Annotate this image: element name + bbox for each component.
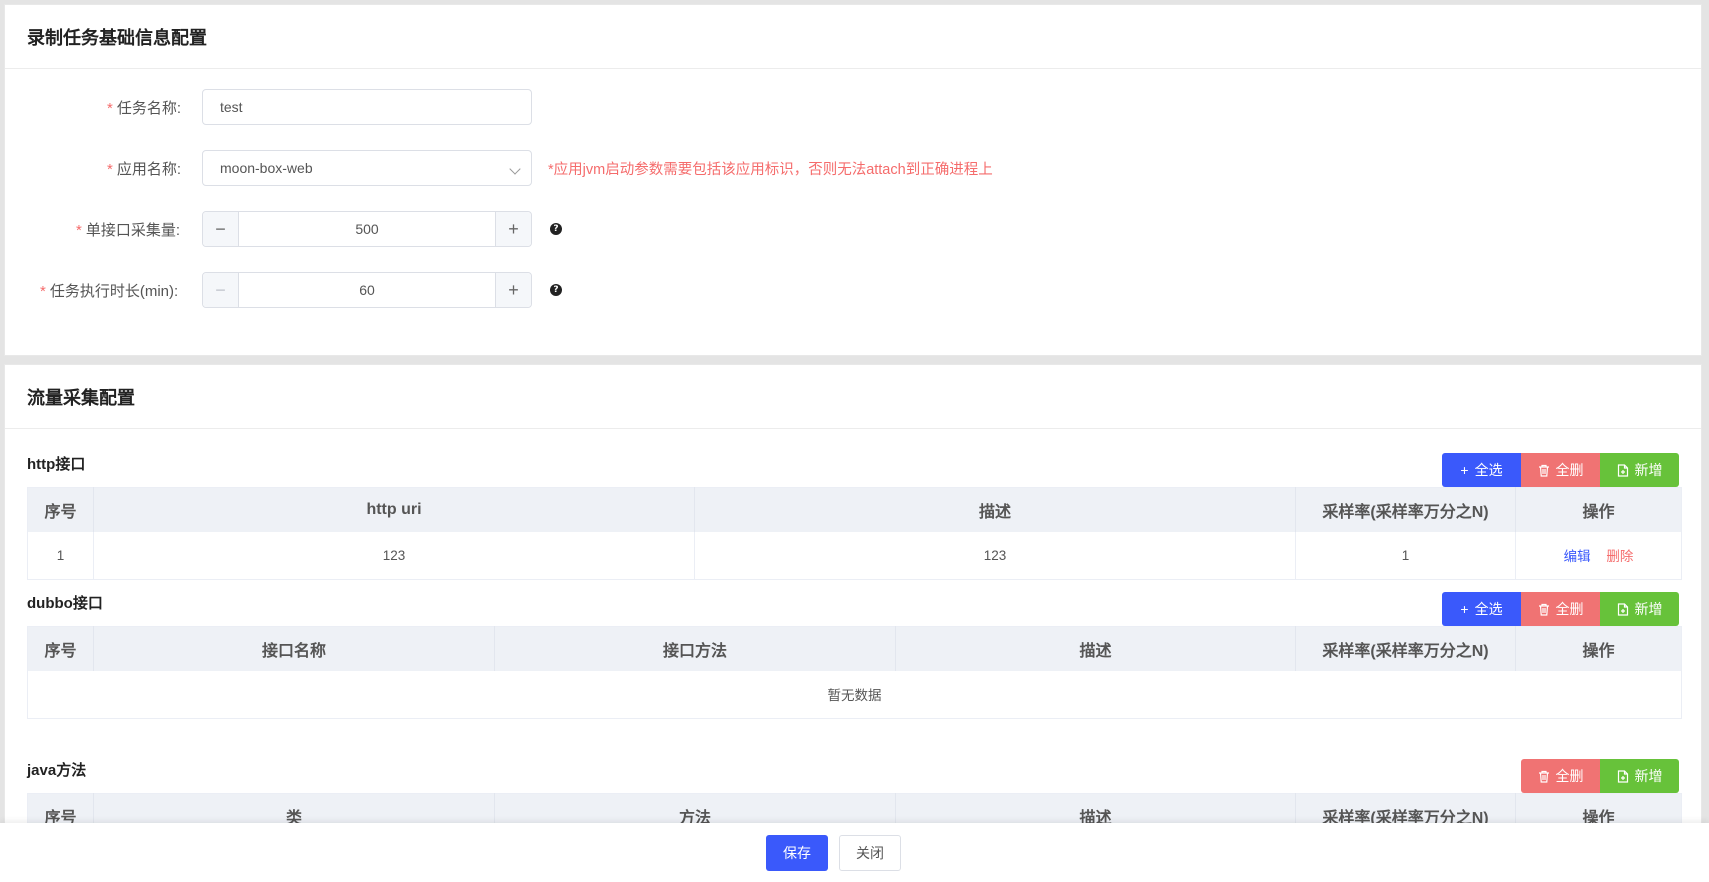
sample-count-row: * 单接口采集量: − 500 + ? [5, 211, 1701, 247]
edit-link[interactable]: 编辑 [1564, 549, 1591, 564]
duration-stepper: − 60 + [202, 272, 532, 308]
increase-button[interactable]: + [495, 273, 531, 307]
column-header: 接口方法 [494, 626, 896, 671]
delete-all-button[interactable]: 全删 [1521, 453, 1600, 487]
task-name-row: * 任务名称: test [5, 89, 1701, 125]
java-button-group: 全删 新增 [1521, 759, 1679, 793]
table-row: 1 123 123 1 编辑 删除 [27, 531, 1682, 580]
traffic-config-title: 流量采集配置 [27, 387, 135, 408]
app-name-row: * 应用名称: moon-box-web *应用jvm启动参数需要包括该应用标识，… [5, 150, 1701, 186]
trash-icon [1538, 464, 1549, 477]
column-header: 操作 [1515, 487, 1682, 532]
duration-value[interactable]: 60 [239, 273, 495, 307]
sample-count-stepper: − 500 + [202, 211, 532, 247]
footer-bar: 保存 关闭 [0, 823, 1709, 882]
basic-info-header: 录制任务基础信息配置 [5, 5, 1701, 69]
app-name-select[interactable]: moon-box-web [202, 150, 532, 186]
column-header: 操作 [1515, 626, 1682, 671]
column-header: 描述 [895, 626, 1296, 671]
java-section-title: java方法 [27, 762, 87, 779]
select-all-button[interactable]: + 全选 [1442, 592, 1521, 626]
traffic-config-header: 流量采集配置 [5, 365, 1701, 429]
trash-icon [1538, 770, 1549, 783]
cell-actions: 编辑 删除 [1515, 531, 1682, 580]
app-name-hint: *应用jvm启动参数需要包括该应用标识，否则无法attach到正确进程上 [548, 161, 993, 178]
column-header: 序号 [27, 626, 94, 671]
cell-index: 1 [27, 531, 94, 580]
column-header: http uri [93, 487, 695, 532]
dubbo-table: 序号 接口名称 接口方法 描述 采样率(采样率万分之N) 操作 暂无数据 [27, 626, 1682, 719]
question-icon[interactable]: ? [550, 223, 562, 235]
http-table: 序号 http uri 描述 采样率(采样率万分之N) 操作 1 123 123… [27, 487, 1682, 580]
traffic-config-card: 流量采集配置 http接口 + 全选 全删 新增 序号 http uri 描述 采… [4, 364, 1702, 882]
close-button[interactable]: 关闭 [839, 834, 901, 871]
column-header: 采样率(采样率万分之N) [1295, 626, 1516, 671]
cell-uri: 123 [93, 531, 695, 580]
duration-row: * 任务执行时长(min): − 60 + ? [5, 272, 1701, 308]
add-button[interactable]: 新增 [1600, 453, 1679, 487]
add-button[interactable]: 新增 [1600, 759, 1679, 793]
plus-icon: + [1460, 462, 1469, 478]
question-icon[interactable]: ? [550, 284, 562, 296]
add-button[interactable]: 新增 [1600, 592, 1679, 626]
task-name-label: * 任务名称: [107, 99, 182, 117]
column-header: 采样率(采样率万分之N) [1295, 487, 1516, 532]
http-button-group: + 全选 全删 新增 [1442, 453, 1679, 487]
sample-count-value[interactable]: 500 [239, 212, 495, 246]
document-add-icon [1617, 463, 1628, 477]
dubbo-section-title: dubbo接口 [27, 595, 103, 612]
task-name-input[interactable]: test [202, 89, 532, 125]
delete-link[interactable]: 删除 [1606, 549, 1633, 564]
dubbo-button-group: + 全选 全删 新增 [1442, 592, 1679, 626]
delete-all-button[interactable]: 全删 [1521, 759, 1600, 793]
increase-button[interactable]: + [495, 212, 531, 246]
save-button[interactable]: 保存 [766, 834, 828, 871]
plus-icon: + [1460, 601, 1469, 617]
http-section-title: http接口 [27, 456, 86, 473]
chevron-down-icon [509, 163, 521, 175]
select-all-button[interactable]: + 全选 [1442, 453, 1521, 487]
basic-info-title: 录制任务基础信息配置 [27, 27, 207, 48]
empty-row: 暂无数据 [27, 670, 1682, 719]
empty-text: 暂无数据 [27, 670, 1682, 719]
sample-count-label: * 单接口采集量: [76, 221, 181, 239]
document-add-icon [1617, 769, 1628, 783]
decrease-button[interactable]: − [203, 212, 239, 246]
document-add-icon [1617, 602, 1628, 616]
duration-label: * 任务执行时长(min): [40, 282, 179, 300]
delete-all-button[interactable]: 全删 [1521, 592, 1600, 626]
column-header: 描述 [694, 487, 1296, 532]
column-header: 序号 [27, 487, 94, 532]
decrease-button[interactable]: − [203, 273, 239, 307]
app-name-label: * 应用名称: [107, 160, 182, 178]
column-header: 接口名称 [93, 626, 495, 671]
cell-rate: 1 [1295, 531, 1516, 580]
basic-info-card: 录制任务基础信息配置 * 任务名称: test * 应用名称: moon-box-w… [4, 4, 1702, 356]
trash-icon [1538, 603, 1549, 616]
cell-desc: 123 [694, 531, 1296, 580]
